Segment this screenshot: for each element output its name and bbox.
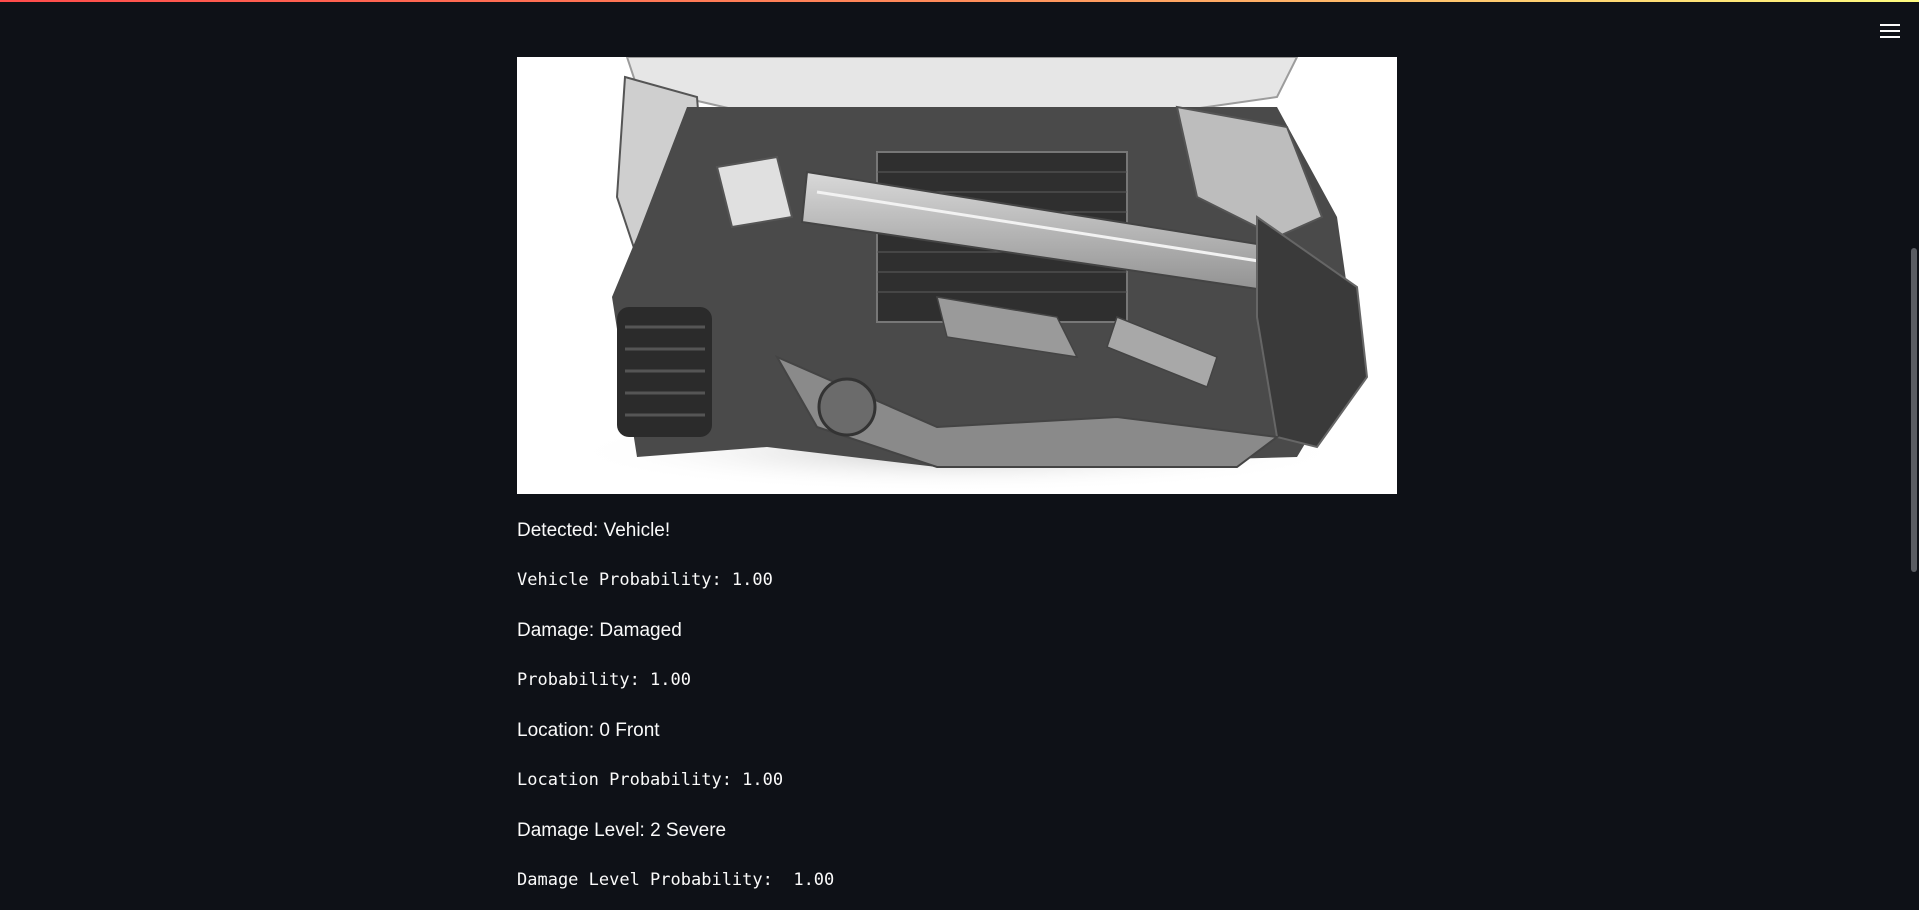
uploaded-car-image xyxy=(517,57,1397,494)
page-scrollbar[interactable] xyxy=(1909,0,1919,910)
wrecked-car-photo xyxy=(517,57,1397,494)
damage-level-probability-text: Damage Level Probability: 1.00 xyxy=(517,870,835,890)
scrollbar-thumb[interactable] xyxy=(1911,248,1917,572)
main-menu-button[interactable] xyxy=(1877,18,1903,44)
app-header-decoration xyxy=(0,0,1919,2)
damage-text: Damage: Damaged xyxy=(517,620,682,641)
hamburger-menu-icon xyxy=(1880,24,1900,38)
vehicle-probability-text: Vehicle Probability: 1.00 xyxy=(517,570,773,590)
detected-text: Detected: Vehicle! xyxy=(517,520,671,541)
damage-level-text: Damage Level: 2 Severe xyxy=(517,820,727,841)
location-text: Location: 0 Front xyxy=(517,720,660,741)
location-probability-text: Location Probability: 1.00 xyxy=(517,770,784,790)
damage-probability-text: Probability: 1.00 xyxy=(517,670,691,690)
main-content: Detected: Vehicle! Vehicle Probability: … xyxy=(517,57,1397,890)
